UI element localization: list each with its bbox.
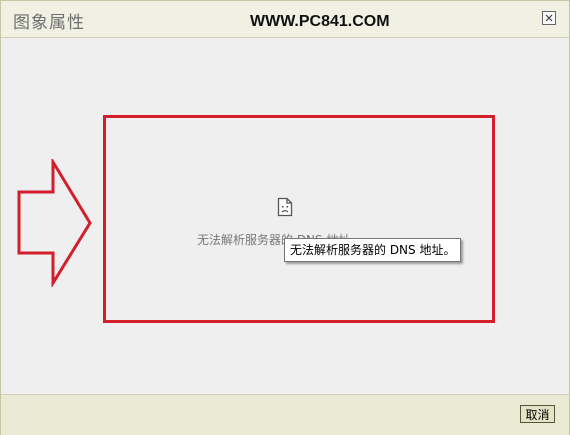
sad-document-icon xyxy=(277,197,293,217)
close-icon xyxy=(545,14,553,22)
tooltip: 无法解析服务器的 DNS 地址。 xyxy=(284,238,462,262)
right-arrow-icon xyxy=(17,159,92,287)
dialog-footer: 取消 xyxy=(1,394,569,435)
dialog-title: 图象属性 xyxy=(13,13,85,33)
cancel-button[interactable]: 取消 xyxy=(520,405,555,423)
image-properties-dialog: 图象属性 WWW.PC841.COM 无法解析服务器的 DNS 地址。 无法解析… xyxy=(0,0,570,435)
close-button[interactable] xyxy=(542,11,556,25)
dialog-titlebar: 图象属性 WWW.PC841.COM xyxy=(1,1,569,38)
highlight-box xyxy=(103,115,495,323)
site-watermark: WWW.PC841.COM xyxy=(250,13,390,30)
